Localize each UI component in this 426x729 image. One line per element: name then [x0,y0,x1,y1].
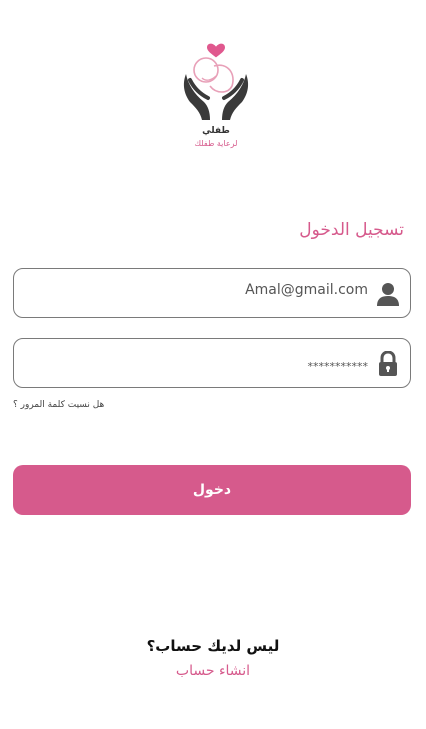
login-button[interactable]: دخول [13,465,411,515]
create-account-link[interactable]: انشاء حساب [0,663,426,679]
app-logo: طفلي لرعاية طفلك [176,40,256,152]
page-title: تسجيل الدخول [299,220,404,240]
password-field[interactable]: *********** [13,338,411,388]
no-account-text: ليس لديك حساب؟ [146,637,280,655]
forgot-password-link[interactable]: هل نسيت كلمة المرور ؟ [13,400,104,410]
password-value: *********** [307,360,369,373]
email-value: Amal@gmail.com [245,282,368,298]
baby-hands-logo-icon [183,43,249,120]
lock-icon [376,350,400,377]
user-icon [376,281,400,307]
email-field[interactable]: Amal@gmail.com [13,268,411,318]
logo-tagline: لرعاية طفلك [194,139,238,148]
logo-name: طفلي [202,126,230,136]
